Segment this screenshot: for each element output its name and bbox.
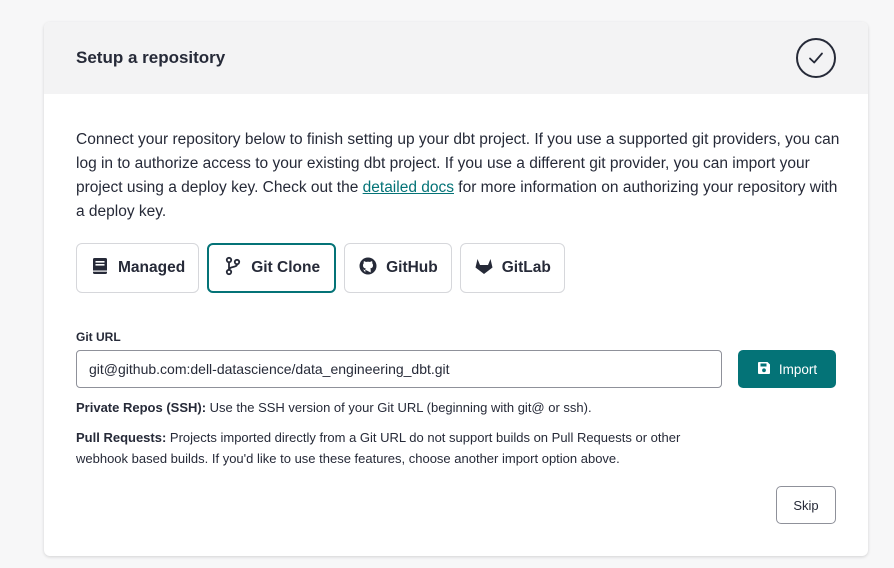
check-circle-icon xyxy=(796,38,836,78)
setup-repository-card: Setup a repository Connect your reposito… xyxy=(44,22,868,556)
detailed-docs-link[interactable]: detailed docs xyxy=(363,179,454,196)
git-url-label: Git URL xyxy=(76,330,121,344)
provider-git-clone-button[interactable]: Git Clone xyxy=(207,243,337,293)
provider-gitlab-button[interactable]: GitLab xyxy=(459,243,565,293)
pull-requests-text: Projects imported directly from a Git UR… xyxy=(76,430,681,466)
private-repos-note: Private Repos (SSH): Use the SSH version… xyxy=(76,397,716,418)
card-header: Setup a repository xyxy=(44,22,868,94)
git-url-input[interactable] xyxy=(76,350,722,388)
git-url-row: Import xyxy=(76,350,836,388)
pull-requests-title: Pull Requests: xyxy=(76,430,167,445)
provider-label: GitLab xyxy=(501,259,551,276)
import-button-label: Import xyxy=(778,361,818,377)
card-body: Connect your repository below to finish … xyxy=(44,94,868,469)
skip-button[interactable]: Skip xyxy=(776,486,836,524)
save-icon xyxy=(757,361,771,378)
github-icon xyxy=(358,256,378,281)
provider-label: Git Clone xyxy=(251,259,321,276)
page-title: Setup a repository xyxy=(76,48,226,67)
provider-managed-button[interactable]: Managed xyxy=(76,243,200,293)
provider-label: Managed xyxy=(118,259,186,276)
provider-options: Managed Git Clone GitHub GitLab xyxy=(76,243,836,293)
provider-label: GitHub xyxy=(386,259,438,276)
book-icon xyxy=(90,256,110,281)
private-repos-title: Private Repos (SSH): xyxy=(76,400,207,415)
git-branch-icon xyxy=(223,256,243,281)
gitlab-icon xyxy=(474,256,494,281)
intro-text: Connect your repository below to finish … xyxy=(76,128,841,224)
private-repos-text: Use the SSH version of your Git URL (beg… xyxy=(206,400,592,415)
pull-requests-note: Pull Requests: Projects imported directl… xyxy=(76,427,716,469)
provider-github-button[interactable]: GitHub xyxy=(344,243,452,293)
import-button[interactable]: Import xyxy=(738,350,836,388)
